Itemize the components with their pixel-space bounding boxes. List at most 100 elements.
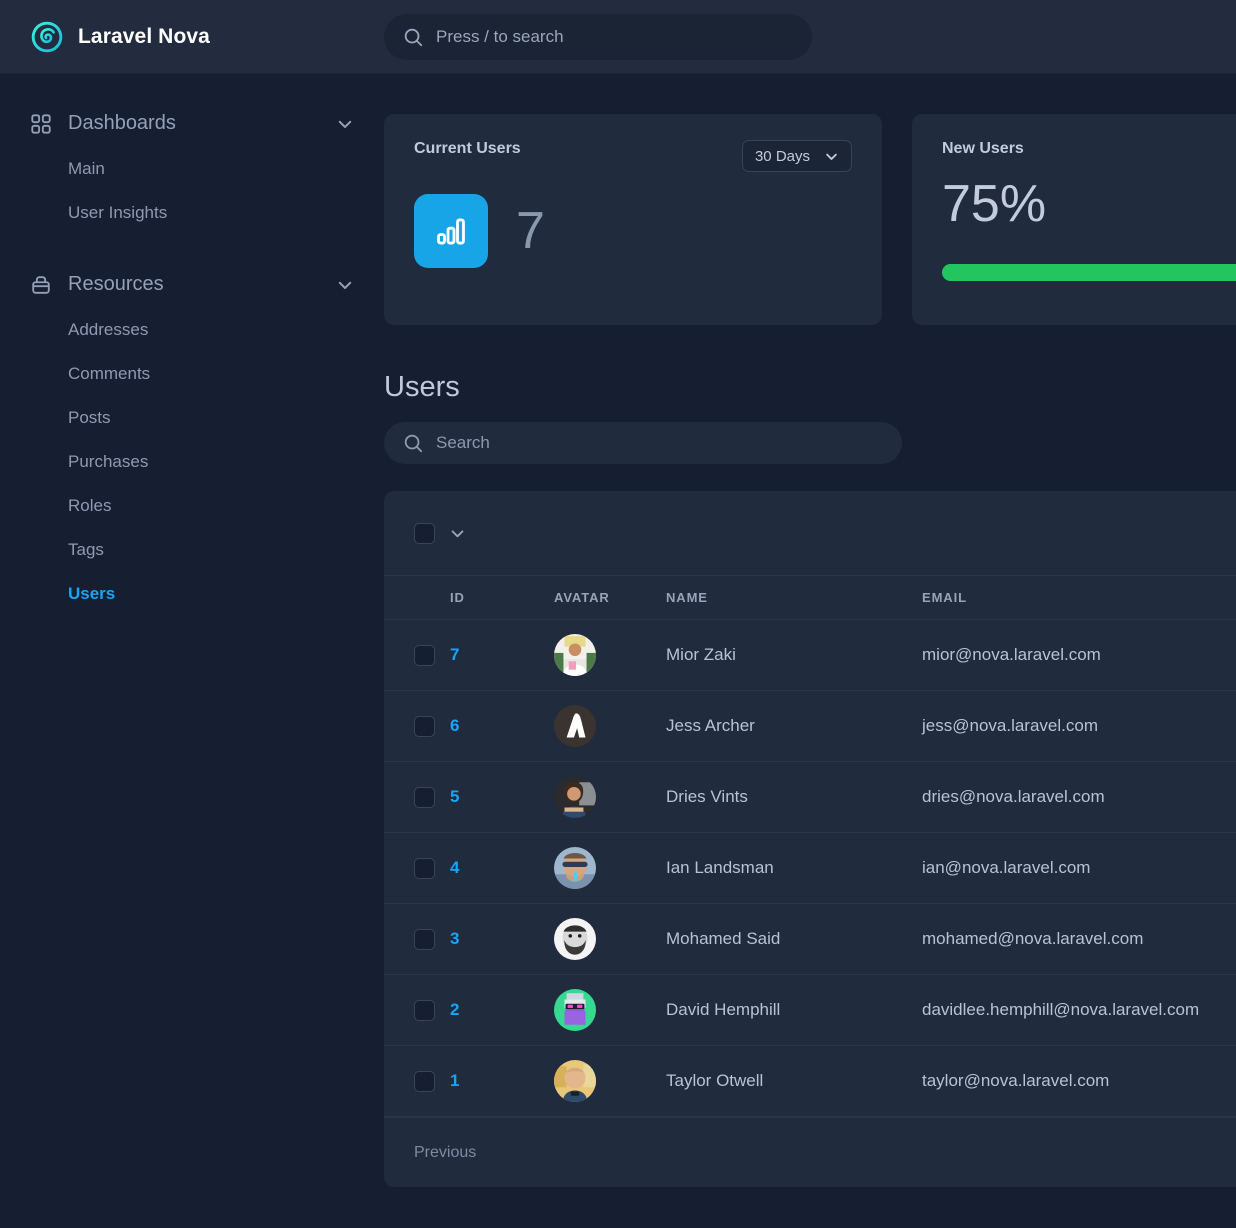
global-search-input[interactable]: Press / to search [384, 14, 812, 60]
metric-range-label: 30 Days [755, 148, 810, 165]
row-id-link[interactable]: 1 [450, 1071, 459, 1090]
row-id-link[interactable]: 2 [450, 1000, 459, 1019]
bar-chart-icon [434, 214, 468, 248]
top-header: Laravel Nova Press / to search [0, 0, 1236, 74]
sidebar-item-roles[interactable]: Roles [0, 484, 384, 528]
table-row[interactable]: 7 Mior Zaki mior@nova.laravel.com [384, 620, 1236, 691]
metric-card-new-users: New Users 75% [912, 114, 1236, 325]
row-name: Mior Zaki [666, 645, 736, 664]
chevron-down-icon[interactable] [336, 276, 354, 294]
avatar [554, 918, 596, 960]
sidebar-item-tags[interactable]: Tags [0, 528, 384, 572]
row-checkbox[interactable] [414, 858, 435, 879]
row-name-cell: Mior Zaki [666, 620, 922, 691]
metric-title: Current Users [414, 140, 521, 158]
row-select-cell [384, 762, 450, 833]
row-id-link[interactable]: 7 [450, 645, 459, 664]
row-name-cell: Dries Vints [666, 762, 922, 833]
nova-admin-app: Laravel Nova Press / to search Dashboard… [0, 0, 1236, 1228]
sidebar-item-users[interactable]: Users [0, 572, 384, 616]
global-search-placeholder: Press / to search [436, 27, 564, 47]
sidebar-group-label: Resources [68, 273, 320, 296]
header-email[interactable]: EMAIL [922, 576, 1236, 620]
sidebar: Dashboards Main User Insights Resources [0, 74, 384, 1228]
row-id-link[interactable]: 3 [450, 929, 459, 948]
avatar [554, 776, 596, 818]
row-avatar-cell [554, 904, 666, 975]
page-title: Users [384, 371, 1236, 404]
chevron-down-icon[interactable] [336, 115, 354, 133]
metric-card-header: New Users [942, 140, 1236, 158]
avatar [554, 989, 596, 1031]
row-name: Taylor Otwell [666, 1071, 763, 1090]
sidebar-group-dashboards[interactable]: Dashboards [0, 100, 384, 147]
header-id[interactable]: ID [450, 576, 554, 620]
row-email-cell: ian@nova.laravel.com [922, 833, 1236, 904]
header-avatar[interactable]: AVATAR [554, 576, 666, 620]
row-id-cell: 4 [450, 833, 554, 904]
avatar [554, 1060, 596, 1102]
row-id-link[interactable]: 6 [450, 716, 459, 735]
row-avatar-cell [554, 620, 666, 691]
row-name: Dries Vints [666, 787, 748, 806]
row-checkbox[interactable] [414, 787, 435, 808]
table-row[interactable]: 6Jess Archerjess@nova.laravel.com [384, 691, 1236, 762]
row-checkbox[interactable] [414, 929, 435, 950]
sidebar-item-purchases[interactable]: Purchases [0, 440, 384, 484]
row-select-cell [384, 620, 450, 691]
row-id-cell: 7 [450, 620, 554, 691]
chevron-down-icon[interactable] [449, 525, 466, 542]
progress-track [942, 264, 1236, 281]
row-select-cell [384, 833, 450, 904]
table-row[interactable]: 1Taylor Otwelltaylor@nova.laravel.com [384, 1046, 1236, 1117]
row-id-cell: 3 [450, 904, 554, 975]
header-name[interactable]: NAME [666, 576, 922, 620]
avatar [554, 705, 596, 747]
users-table: ID AVATAR NAME EMAIL 7 Mior Zaki mior@nova… [384, 575, 1236, 1117]
row-checkbox[interactable] [414, 645, 435, 666]
row-name: Ian Landsman [666, 858, 774, 877]
table-row[interactable]: 3Mohamed Saidmohamed@nova.laravel.com [384, 904, 1236, 975]
sidebar-group-resources[interactable]: Resources [0, 261, 384, 308]
users-table-card: ID AVATAR NAME EMAIL 7 Mior Zaki mior@nova… [384, 491, 1236, 1187]
row-id-cell: 6 [450, 691, 554, 762]
previous-page-button[interactable]: Previous [414, 1144, 476, 1162]
brand[interactable]: Laravel Nova [0, 20, 355, 54]
search-input[interactable]: Search [384, 422, 902, 464]
row-select-cell [384, 691, 450, 762]
search-icon [402, 432, 424, 454]
metric-title: New Users [942, 140, 1024, 158]
row-name-cell: Mohamed Said [666, 904, 922, 975]
table-row[interactable]: 2David Hemphilldavidlee.hemphill@nova.la… [384, 975, 1236, 1046]
row-checkbox[interactable] [414, 1071, 435, 1092]
sidebar-item-main[interactable]: Main [0, 147, 384, 191]
row-avatar-cell [554, 1046, 666, 1117]
row-id-link[interactable]: 5 [450, 787, 459, 806]
select-all-checkbox[interactable] [414, 523, 435, 544]
metric-value: 7 [516, 205, 545, 257]
sidebar-item-comments[interactable]: Comments [0, 352, 384, 396]
header-select [384, 576, 450, 620]
table-toolbar [384, 491, 1236, 575]
metric-card-current-users: Current Users 30 Days [384, 114, 882, 325]
row-email-cell: mior@nova.laravel.com [922, 620, 1236, 691]
row-checkbox[interactable] [414, 1000, 435, 1021]
row-name-cell: Jess Archer [666, 691, 922, 762]
row-email: mior@nova.laravel.com [922, 645, 1101, 664]
avatar [554, 847, 596, 889]
metric-value: 75% [942, 174, 1236, 234]
sidebar-item-addresses[interactable]: Addresses [0, 308, 384, 352]
row-email-cell: davidlee.hemphill@nova.laravel.com [922, 975, 1236, 1046]
sidebar-item-posts[interactable]: Posts [0, 396, 384, 440]
row-name-cell: Taylor Otwell [666, 1046, 922, 1117]
row-checkbox[interactable] [414, 716, 435, 737]
row-email: davidlee.hemphill@nova.laravel.com [922, 1000, 1199, 1019]
row-id-cell: 5 [450, 762, 554, 833]
chevron-down-icon [824, 149, 839, 164]
metric-range-select[interactable]: 30 Days [742, 140, 852, 172]
sidebar-item-user-insights[interactable]: User Insights [0, 191, 384, 235]
row-id-link[interactable]: 4 [450, 858, 459, 877]
table-row[interactable]: 5Dries Vintsdries@nova.laravel.com [384, 762, 1236, 833]
table-row[interactable]: 4 Ian Landsman ian@nova.laravel.com [384, 833, 1236, 904]
row-id-cell: 2 [450, 975, 554, 1046]
